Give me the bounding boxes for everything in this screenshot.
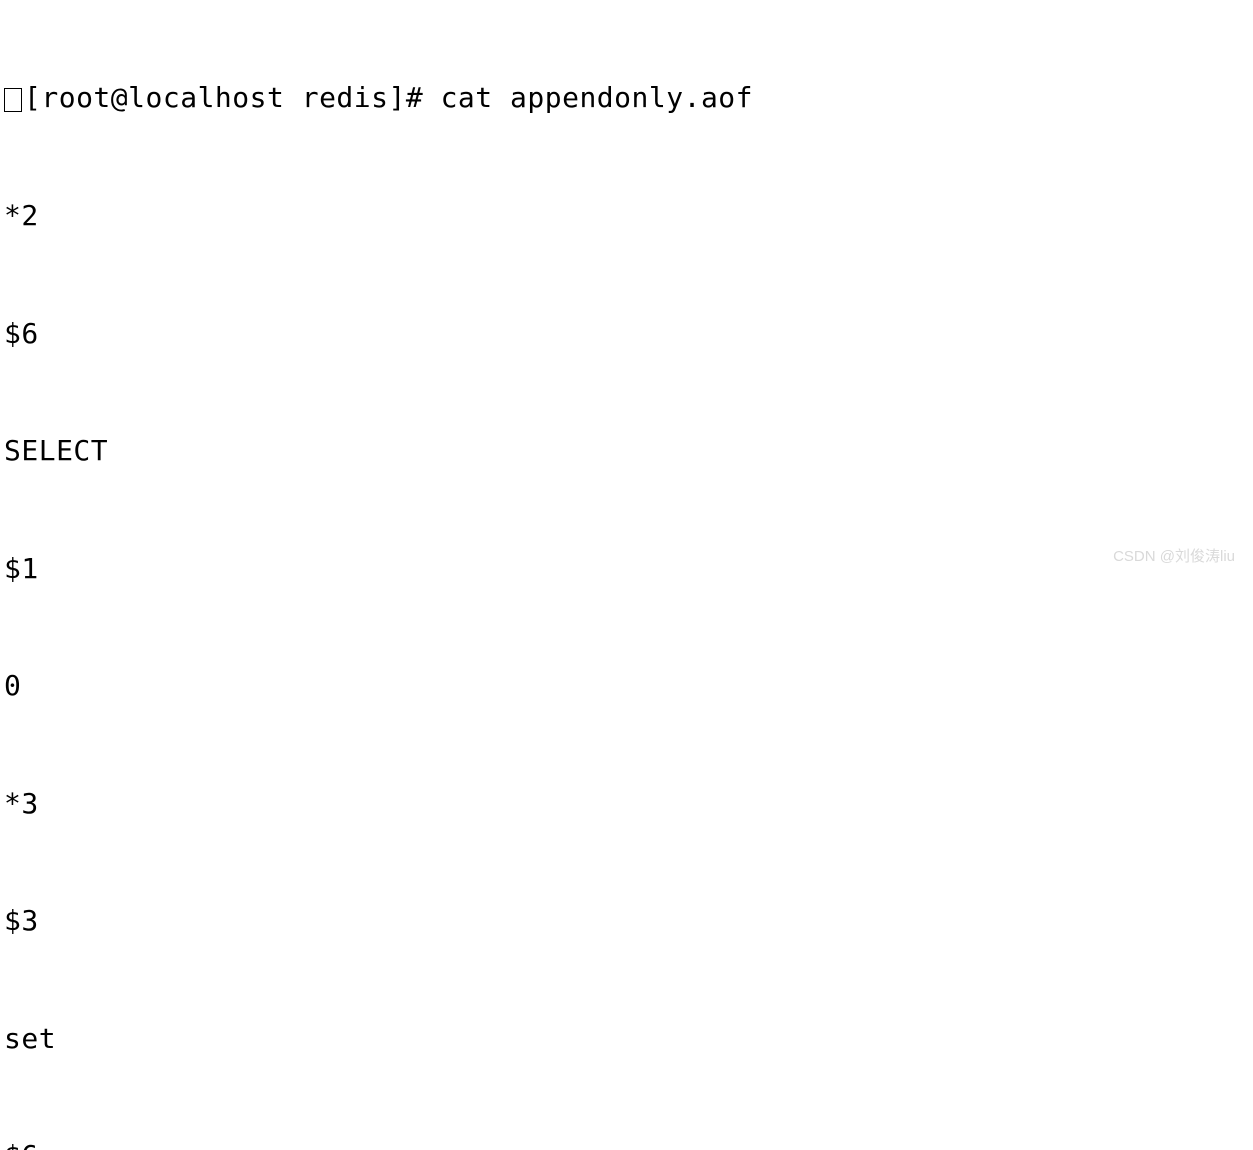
output-line: *3: [4, 784, 1249, 823]
terminal-output[interactable]: [root@localhost redis]# cat appendonly.a…: [4, 0, 1249, 1150]
prompt-line: [root@localhost redis]# cat appendonly.a…: [4, 78, 1249, 117]
output-line: $1: [4, 549, 1249, 588]
output-line: 0: [4, 666, 1249, 705]
output-line: set: [4, 1019, 1249, 1058]
output-line: $6: [4, 314, 1249, 353]
unknown-glyph-icon: [4, 88, 22, 112]
watermark-text: CSDN @刘俊涛liu: [1113, 546, 1235, 567]
output-line: $3: [4, 901, 1249, 940]
output-line: $6: [4, 1136, 1249, 1150]
output-line: SELECT: [4, 431, 1249, 470]
output-line: *2: [4, 196, 1249, 235]
command-text: cat appendonly.aof: [441, 81, 753, 114]
shell-prompt: [root@localhost redis]#: [24, 81, 441, 114]
